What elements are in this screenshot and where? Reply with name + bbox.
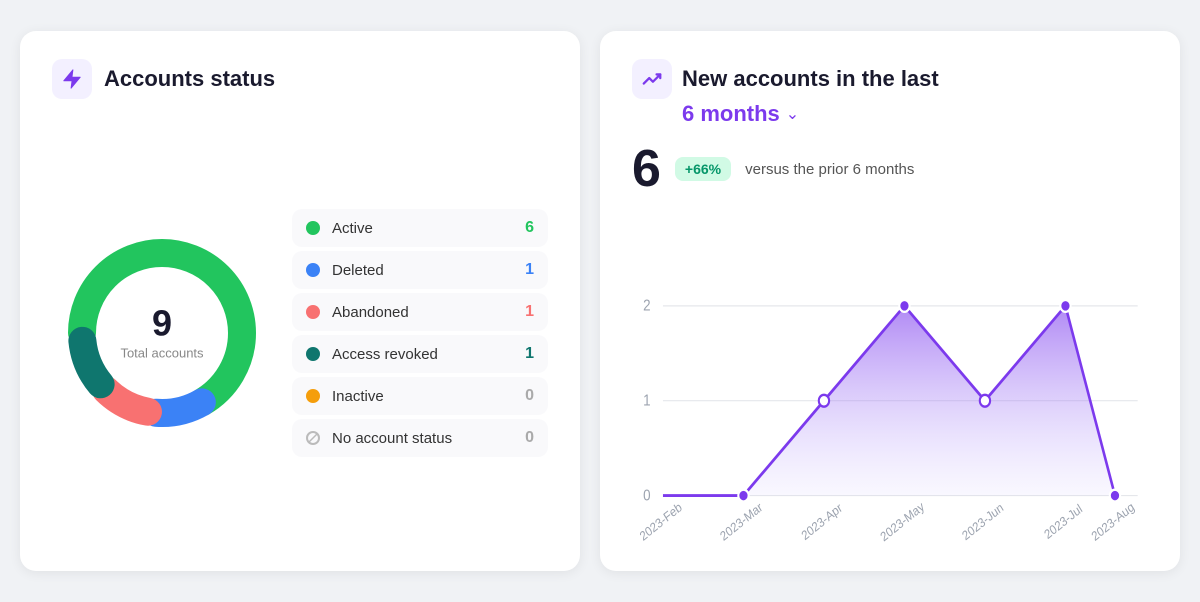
chevron-down-icon[interactable]: ⌄ bbox=[786, 104, 799, 124]
new-accounts-icon-title: New accounts in the last bbox=[632, 59, 1148, 99]
access-revoked-label: Access revoked bbox=[332, 346, 525, 363]
new-accounts-card: New accounts in the last 6 months ⌄ 6 +6… bbox=[600, 31, 1180, 571]
new-accounts-subtitle: 6 months ⌄ bbox=[682, 101, 1148, 127]
legend-item-access-revoked: Access revoked 1 bbox=[292, 335, 548, 373]
deleted-count: 1 bbox=[525, 261, 534, 279]
accounts-status-title: Accounts status bbox=[104, 66, 275, 92]
svg-text:2023-Apr: 2023-Apr bbox=[799, 500, 845, 543]
trend-icon bbox=[632, 59, 672, 99]
big-number: 6 bbox=[632, 143, 661, 195]
donut-center: 9 Total accounts bbox=[120, 306, 203, 361]
accounts-body: 9 Total accounts Active 6 Deleted 1 bbox=[52, 123, 548, 543]
legend-item-deleted: Deleted 1 bbox=[292, 251, 548, 289]
deleted-dot bbox=[306, 263, 320, 277]
svg-text:2023-Aug: 2023-Aug bbox=[1089, 499, 1137, 543]
data-point-feb bbox=[738, 490, 748, 502]
data-point-aug bbox=[1110, 490, 1120, 502]
data-point-jun bbox=[980, 395, 990, 407]
months-label[interactable]: 6 months bbox=[682, 101, 780, 127]
active-count: 6 bbox=[525, 219, 534, 237]
legend-item-inactive: Inactive 0 bbox=[292, 377, 548, 415]
svg-text:2023-Mar: 2023-Mar bbox=[718, 500, 765, 543]
legend: Active 6 Deleted 1 Abandoned 1 bbox=[292, 209, 548, 457]
legend-item-no-status: No account status 0 bbox=[292, 419, 548, 457]
access-revoked-dot bbox=[306, 347, 320, 361]
growth-badge: +66% bbox=[675, 157, 731, 181]
svg-text:2023-May: 2023-May bbox=[878, 498, 927, 543]
vs-text: versus the prior 6 months bbox=[745, 161, 914, 178]
svg-text:2023-Jun: 2023-Jun bbox=[960, 500, 1006, 543]
inactive-dot bbox=[306, 389, 320, 403]
abandoned-label: Abandoned bbox=[332, 304, 525, 321]
data-point-apr bbox=[819, 395, 829, 407]
access-revoked-count: 1 bbox=[525, 345, 534, 363]
svg-text:1: 1 bbox=[643, 393, 650, 410]
svg-text:2023-Feb: 2023-Feb bbox=[637, 499, 684, 543]
svg-text:0: 0 bbox=[643, 488, 650, 505]
active-label: Active bbox=[332, 220, 525, 237]
abandoned-count: 1 bbox=[525, 303, 534, 321]
total-label: Total accounts bbox=[120, 346, 203, 361]
legend-item-active: Active 6 bbox=[292, 209, 548, 247]
deleted-label: Deleted bbox=[332, 262, 525, 279]
total-number: 9 bbox=[120, 306, 203, 342]
data-point-jul bbox=[1060, 300, 1070, 312]
svg-text:2023-Jul: 2023-Jul bbox=[1042, 501, 1085, 542]
abandoned-dot bbox=[306, 305, 320, 319]
no-status-dot bbox=[306, 431, 320, 445]
no-status-label: No account status bbox=[332, 430, 525, 447]
donut-chart: 9 Total accounts bbox=[52, 223, 272, 443]
accounts-status-card: Accounts status bbox=[20, 31, 580, 571]
legend-item-abandoned: Abandoned 1 bbox=[292, 293, 548, 331]
active-dot bbox=[306, 221, 320, 235]
lightning-icon bbox=[52, 59, 92, 99]
line-chart: 0 1 2 bbox=[632, 211, 1148, 543]
inactive-count: 0 bbox=[525, 387, 534, 405]
svg-text:2: 2 bbox=[643, 298, 650, 315]
new-accounts-title: New accounts in the last bbox=[682, 66, 939, 92]
inactive-label: Inactive bbox=[332, 388, 525, 405]
stats-row: 6 +66% versus the prior 6 months bbox=[632, 143, 1148, 195]
dashboard: Accounts status bbox=[0, 0, 1200, 602]
new-accounts-header: New accounts in the last 6 months ⌄ bbox=[632, 59, 1148, 127]
no-status-count: 0 bbox=[525, 429, 534, 447]
data-point-may bbox=[899, 300, 909, 312]
card-header: Accounts status bbox=[52, 59, 548, 99]
